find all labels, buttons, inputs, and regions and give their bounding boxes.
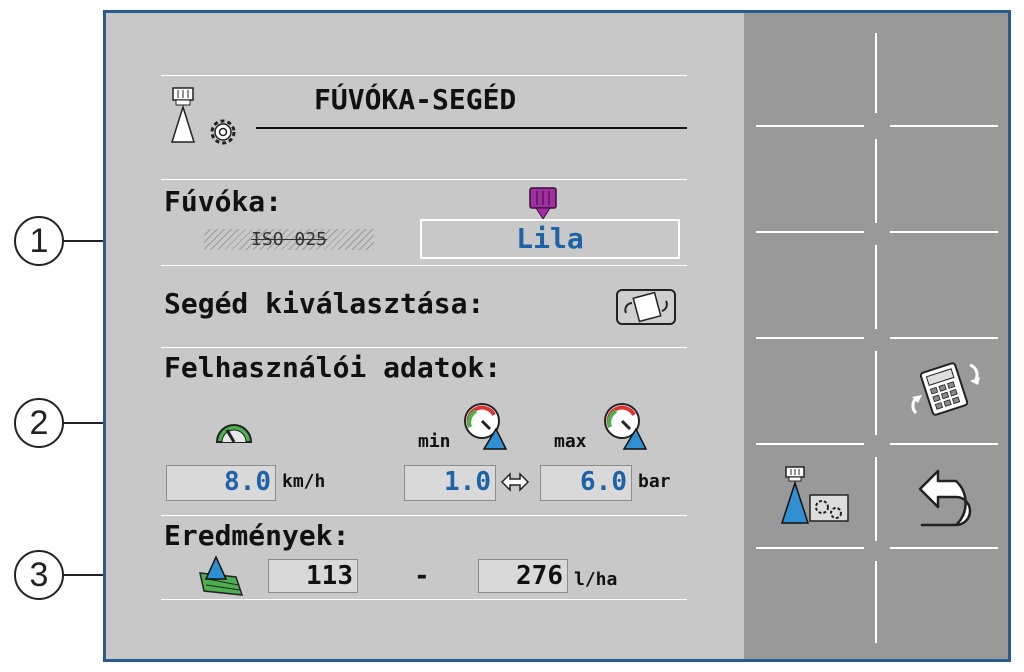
result-min-field: 113 xyxy=(268,559,358,593)
header-underline xyxy=(256,127,687,129)
section-line-5 xyxy=(161,599,687,600)
terminal-screen: FÚVÓKA-SEGÉD Fúvóka: ISO 025 Lila Segéd … xyxy=(103,10,1011,662)
gear-icon xyxy=(210,119,236,145)
section-line-3 xyxy=(161,347,687,348)
nozzle-color-icon xyxy=(529,187,557,220)
softkey-divider-vertical-5 xyxy=(875,457,877,541)
user-data-label: Felhasználói adatok: xyxy=(164,351,502,384)
min-pressure-field[interactable]: 1.0 xyxy=(404,465,496,501)
pressure-gauge-min-icon xyxy=(464,403,508,450)
calculator-small-icon[interactable] xyxy=(616,289,676,325)
section-line-2 xyxy=(161,265,687,266)
nozzle-settings-icon[interactable] xyxy=(780,465,852,529)
speedometer-icon xyxy=(215,424,253,443)
calculator-icon[interactable] xyxy=(904,357,984,421)
softkey-divider-h1-left xyxy=(756,125,864,127)
callout-1: 1 xyxy=(14,216,64,266)
section-line-4 xyxy=(161,515,687,516)
max-label: max xyxy=(554,431,587,452)
header-top-line xyxy=(161,75,687,76)
softkey-divider-vertical-6 xyxy=(875,561,877,643)
page-title: FÚVÓKA-SEGÉD xyxy=(314,83,517,116)
softkey-divider-vertical-3 xyxy=(875,245,877,329)
back-icon[interactable] xyxy=(912,469,976,529)
range-arrows-icon xyxy=(500,472,530,492)
result-separator: - xyxy=(414,561,430,591)
field-drop-icon xyxy=(199,555,244,596)
softkey-divider-h3-left xyxy=(756,337,864,339)
softkey-divider-h1-right xyxy=(890,125,998,127)
speed-unit: km/h xyxy=(282,471,326,492)
callout-2: 2 xyxy=(14,398,64,448)
softkey-divider-vertical-2 xyxy=(875,139,877,223)
min-label: min xyxy=(418,431,451,452)
softkey-divider-h5-left xyxy=(756,547,864,549)
assistant-label: Segéd kiválasztása: xyxy=(164,287,485,320)
speed-field[interactable]: 8.0 xyxy=(166,465,276,501)
pressure-gauge-max-icon xyxy=(604,403,648,450)
softkey-divider-h2-right xyxy=(890,231,998,233)
softkey-divider-h3-right xyxy=(890,337,998,339)
softkey-panel xyxy=(744,13,1008,659)
softkey-divider-h4-left xyxy=(756,443,864,445)
nozzle-value-field[interactable]: Lila xyxy=(420,219,680,259)
nozzle-label: Fúvóka: xyxy=(164,185,283,218)
max-pressure-field[interactable]: 6.0 xyxy=(540,465,632,501)
results-label: Eredmények: xyxy=(164,519,350,552)
iso-code-label: ISO 025 xyxy=(204,229,374,250)
callout-3: 3 xyxy=(14,550,64,600)
result-max-field: 276 xyxy=(478,559,568,593)
softkey-divider-vertical-4 xyxy=(875,351,877,435)
softkey-divider-h2-left xyxy=(756,231,864,233)
nozzle-icon xyxy=(170,87,196,143)
pressure-unit: bar xyxy=(638,471,671,492)
softkey-divider-h5-right xyxy=(890,547,998,549)
result-unit: l/ha xyxy=(574,569,618,590)
softkey-divider-h4-right xyxy=(890,443,998,445)
softkey-divider-vertical-1 xyxy=(875,33,877,113)
section-line-1 xyxy=(161,179,687,180)
